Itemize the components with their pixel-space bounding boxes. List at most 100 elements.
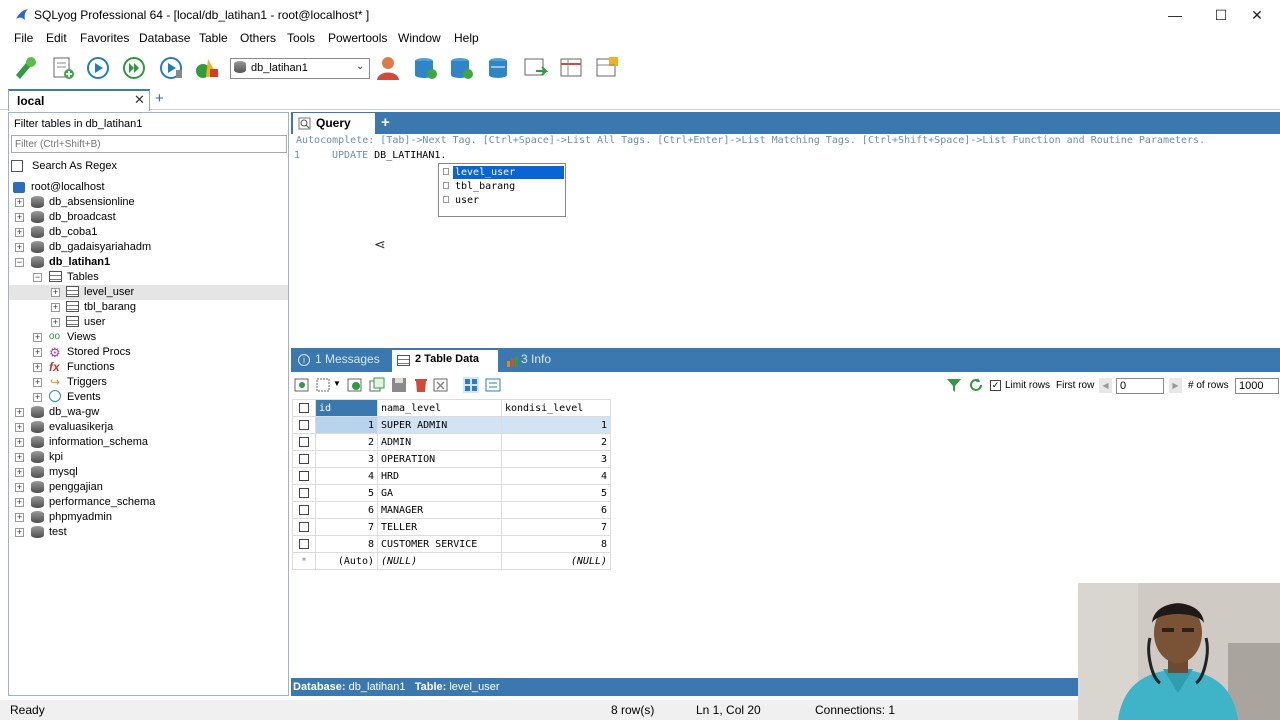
tree-db-item[interactable]: penggajian [49,481,103,496]
tree-db-item[interactable]: performance_schema [49,496,155,511]
expand-icon[interactable]: + [15,483,24,492]
collapse-icon[interactable]: − [33,273,42,282]
cell-id[interactable]: 6 [315,501,378,519]
column-header-id[interactable]: id [315,399,378,417]
row-select-cell[interactable] [292,501,316,519]
expand-icon[interactable]: + [51,288,60,297]
menu-edit[interactable]: Edit [46,31,67,45]
new-row-cell[interactable]: (NULL) [377,552,502,570]
row-checkbox[interactable] [299,521,309,532]
tree-db-item[interactable]: phpmyadmin [49,511,112,526]
sql-editor[interactable]: UPDATE DB_LATIHAN1. [332,150,446,161]
execute-all-icon[interactable] [121,55,147,81]
expand-icon[interactable]: + [15,498,24,507]
insert-row-icon[interactable] [347,377,363,393]
tree-db-item[interactable]: evaluasikerja [49,421,113,436]
cell-nama-level[interactable]: MANAGER [377,501,502,519]
expand-icon[interactable]: + [33,348,42,357]
cell-kondisi-level[interactable]: 1 [501,416,611,434]
autocomplete-item[interactable]: user [453,194,481,207]
autocomplete-item[interactable]: level_user [453,166,564,179]
cell-nama-level[interactable]: CUSTOMER SERVICE [377,535,502,553]
expand-icon[interactable]: + [15,213,24,222]
close-window-button[interactable]: ✕ [1234,0,1280,30]
expand-icon[interactable]: + [33,378,42,387]
execute-query-icon[interactable] [85,55,111,81]
row-checkbox[interactable] [299,504,309,515]
row-select-cell[interactable] [292,467,316,485]
tree-table-item[interactable]: user [84,316,105,331]
cell-kondisi-level[interactable]: 6 [501,501,611,519]
refresh-data-icon[interactable] [294,377,310,393]
tab-local[interactable]: local [8,89,150,111]
expand-icon[interactable]: + [15,243,24,252]
grid-view-icon[interactable] [463,377,479,393]
menu-others[interactable]: Others [240,31,276,45]
schema-icon[interactable] [594,55,620,81]
expand-icon[interactable]: + [51,303,60,312]
tree-triggers-folder[interactable]: Triggers [67,376,107,391]
column-header-nama-level[interactable]: nama_level [377,399,502,417]
minimize-button[interactable]: — [1152,0,1198,30]
cell-id[interactable]: 1 [315,416,378,434]
table-row[interactable]: 8 CUSTOMER SERVICE 8 [292,535,611,553]
table-row[interactable]: 7 TELLER 7 [292,518,611,536]
cell-nama-level[interactable]: SUPER ADMIN [377,416,502,434]
row-select-cell[interactable] [292,535,316,553]
select-all-checkbox[interactable] [299,402,309,413]
refresh-icon[interactable] [968,377,984,393]
cell-id[interactable]: 4 [315,467,378,485]
menu-table[interactable]: Table [199,31,228,45]
row-select-cell[interactable] [292,518,316,536]
execute-edit-icon[interactable] [159,55,185,81]
cell-kondisi-level[interactable]: 2 [501,433,611,451]
expand-icon[interactable]: + [15,198,24,207]
table-row[interactable]: 5 GA 5 [292,484,611,502]
cell-kondisi-level[interactable]: 7 [501,518,611,536]
tree-events-folder[interactable]: Events [67,391,101,406]
tree-db-item[interactable]: kpi [49,451,63,466]
tab-messages[interactable]: 1 Messages [315,352,380,366]
table-row[interactable]: 2 ADMIN 2 [292,433,611,451]
chevron-down-icon[interactable]: ⌄ [356,61,364,72]
cell-kondisi-level[interactable]: 5 [501,484,611,502]
tree-db-item[interactable]: db_gadaisyariahadm [49,241,151,256]
cell-id[interactable]: 2 [315,433,378,451]
table-row[interactable]: 3 OPERATION 3 [292,450,611,468]
expand-icon[interactable]: + [15,228,24,237]
new-row-cell[interactable]: (Auto) [315,552,378,570]
tree-db-item[interactable]: db_absensionline [49,196,135,211]
new-row[interactable]: * (Auto) (NULL) (NULL) [292,552,611,570]
database-sync-icon[interactable] [485,55,511,81]
cell-kondisi-level[interactable]: 3 [501,450,611,468]
cell-nama-level[interactable]: GA [377,484,502,502]
add-tab-icon[interactable]: + [155,90,164,107]
autocomplete-item[interactable]: tbl_barang [453,180,517,193]
next-page-icon[interactable]: ▶ [1169,378,1182,393]
duplicate-row-icon[interactable] [369,377,385,393]
cell-kondisi-level[interactable]: 8 [501,535,611,553]
view-mode-icon[interactable] [316,377,332,393]
table-row[interactable]: 6 MANAGER 6 [292,501,611,519]
menu-help[interactable]: Help [454,31,479,45]
expand-icon[interactable]: + [33,393,42,402]
tree-table-item[interactable]: level_user [84,286,134,301]
close-icon[interactable]: ✕ [134,92,145,108]
tree-tables-folder[interactable]: Tables [67,271,99,286]
tree-db-item[interactable]: db_broadcast [49,211,116,226]
first-row-input[interactable]: 0 [1116,378,1164,394]
chevron-down-icon[interactable]: ▼ [333,379,341,388]
limit-rows-checkbox[interactable]: ✓ [990,380,1001,391]
create-table-icon[interactable] [448,55,474,81]
delete-icon[interactable] [413,377,429,393]
menu-window[interactable]: Window [398,31,441,45]
filter-icon[interactable] [946,377,962,393]
row-select-cell[interactable] [292,433,316,451]
column-header-kondisi-level[interactable]: kondisi_level [501,399,611,417]
row-checkbox[interactable] [299,487,309,498]
menu-favorites[interactable]: Favorites [80,31,129,45]
new-query-icon[interactable] [50,55,76,81]
expand-icon[interactable]: + [51,318,60,327]
search-regex-checkbox[interactable] [11,160,23,172]
database-selector[interactable]: db_latihan1 [230,58,370,79]
